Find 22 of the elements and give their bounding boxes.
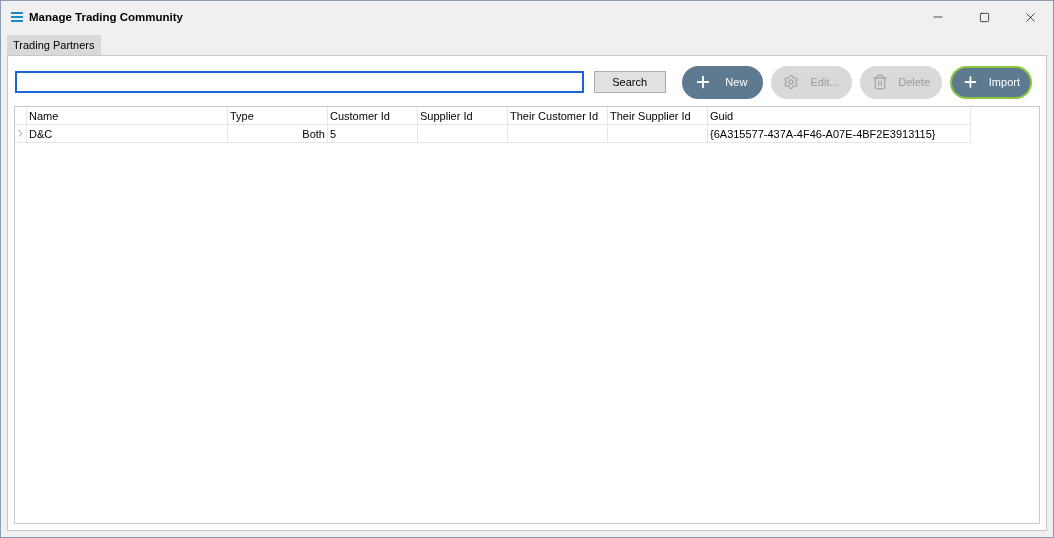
window-title: Manage Trading Community — [29, 11, 184, 23]
column-header[interactable]: Guid — [708, 107, 971, 125]
trash-icon — [872, 74, 889, 90]
column-header[interactable]: Their Supplier Id — [608, 107, 708, 125]
action-button[interactable]: New — [681, 65, 763, 99]
tab[interactable]: Trading Partners — [7, 35, 101, 55]
plus-icon — [962, 73, 979, 91]
gear-icon — [782, 74, 799, 90]
table-cell: 5 — [328, 125, 418, 143]
table-cell: D&C — [27, 125, 228, 143]
column-header[interactable]: Name — [27, 107, 228, 125]
menu-icon — [11, 12, 23, 22]
column-header[interactable]: Their Customer Id — [508, 107, 608, 125]
column-header[interactable]: Customer Id — [328, 107, 418, 125]
table-cell: Both — [228, 125, 328, 143]
table-cell: {6A315577-437A-4F46-A07E-4BF2E3913115} — [708, 125, 971, 143]
search-field[interactable] — [15, 71, 584, 93]
column-header[interactable]: Type — [228, 107, 328, 125]
search-button[interactable]: Search — [593, 71, 666, 93]
action-button[interactable]: Import — [950, 65, 1032, 99]
column-header[interactable]: Supplier Id — [418, 107, 508, 125]
maximize-icon[interactable] — [978, 11, 990, 23]
